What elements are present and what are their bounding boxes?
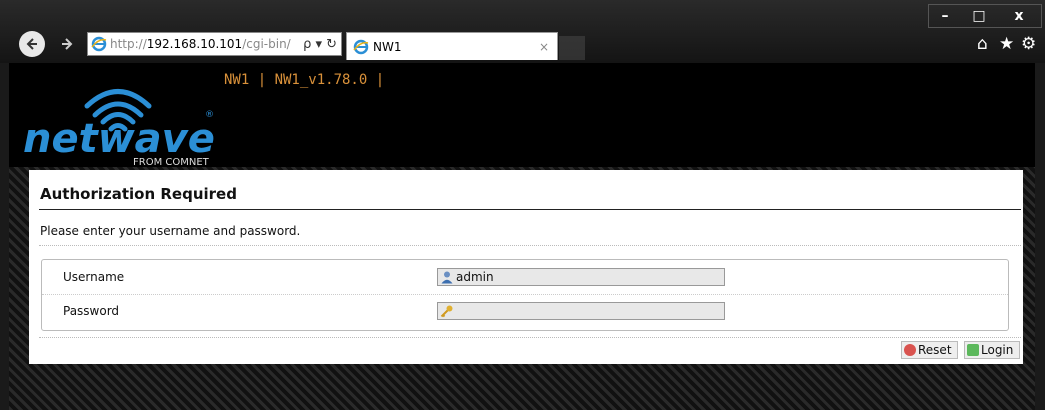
back-arrow-icon — [26, 38, 37, 50]
password-label: Password — [63, 304, 120, 318]
auth-description: Please enter your username and password. — [40, 224, 301, 238]
minimize-button[interactable]: – — [930, 4, 960, 28]
title-divider — [39, 209, 1021, 210]
username-label: Username — [63, 270, 125, 284]
back-button[interactable] — [19, 31, 45, 57]
login-icon — [967, 344, 979, 356]
tab-close-icon[interactable]: × — [539, 40, 549, 54]
url-path: /cgi-bin/ — [242, 37, 291, 51]
close-window-button[interactable]: x — [996, 4, 1042, 28]
login-button[interactable]: Login — [964, 341, 1020, 359]
password-row: Password — [42, 296, 1008, 328]
login-label: Login — [981, 343, 1014, 357]
url-host: 192.168.10.101 — [146, 37, 243, 51]
reset-label: Reset — [918, 343, 952, 357]
tab-title: NW1 — [373, 39, 402, 54]
credentials-fieldset: Username admin Password — [41, 259, 1009, 331]
ie-page-icon — [91, 36, 107, 52]
firmware-version: NW1 | NW1_v1.78.0 | — [224, 72, 385, 88]
home-icon[interactable]: ⌂ — [977, 34, 988, 54]
page-title: Authorization Required — [40, 185, 237, 203]
tools-gear-icon[interactable]: ⚙ — [1021, 34, 1036, 54]
page-content: ® netwave FROM COMNET NW1 | NW1_v1.78.0 … — [9, 63, 1035, 410]
username-field[interactable]: admin — [437, 268, 725, 286]
divider — [42, 294, 1008, 295]
forward-button[interactable] — [56, 33, 78, 55]
logo-text: netwave — [23, 116, 215, 162]
key-icon — [440, 305, 453, 318]
address-bar[interactable]: http://192.168.10.101/cgi-bin/ ρ ▾ ↻ — [87, 32, 342, 56]
auth-panel: Authorization Required Please enter your… — [29, 170, 1023, 364]
tab-nw1[interactable]: NW1 × — [346, 32, 558, 60]
netwave-logo: ® netwave FROM COMNET — [23, 89, 215, 165]
user-icon — [441, 271, 453, 284]
forward-arrow-icon — [62, 38, 73, 50]
reset-icon — [904, 344, 916, 356]
logo-subtext: FROM COMNET — [133, 157, 210, 165]
favorites-star-icon[interactable]: ★ — [999, 34, 1014, 54]
divider — [39, 337, 1021, 338]
browser-chrome: – □ x http://192.168.10.101/cgi-bin/ ρ ▾… — [0, 0, 1045, 63]
reset-button[interactable]: Reset — [901, 341, 958, 359]
url-scheme: http:// — [110, 37, 147, 51]
divider — [39, 245, 1021, 246]
address-tools-icons[interactable]: ρ ▾ ↻ — [303, 37, 341, 52]
password-field[interactable] — [437, 302, 725, 320]
ie-tab-icon — [353, 39, 369, 54]
new-tab-button[interactable] — [559, 36, 585, 60]
maximize-button[interactable]: □ — [964, 4, 994, 28]
username-row: Username admin — [42, 262, 1008, 294]
username-value: admin — [456, 270, 494, 284]
